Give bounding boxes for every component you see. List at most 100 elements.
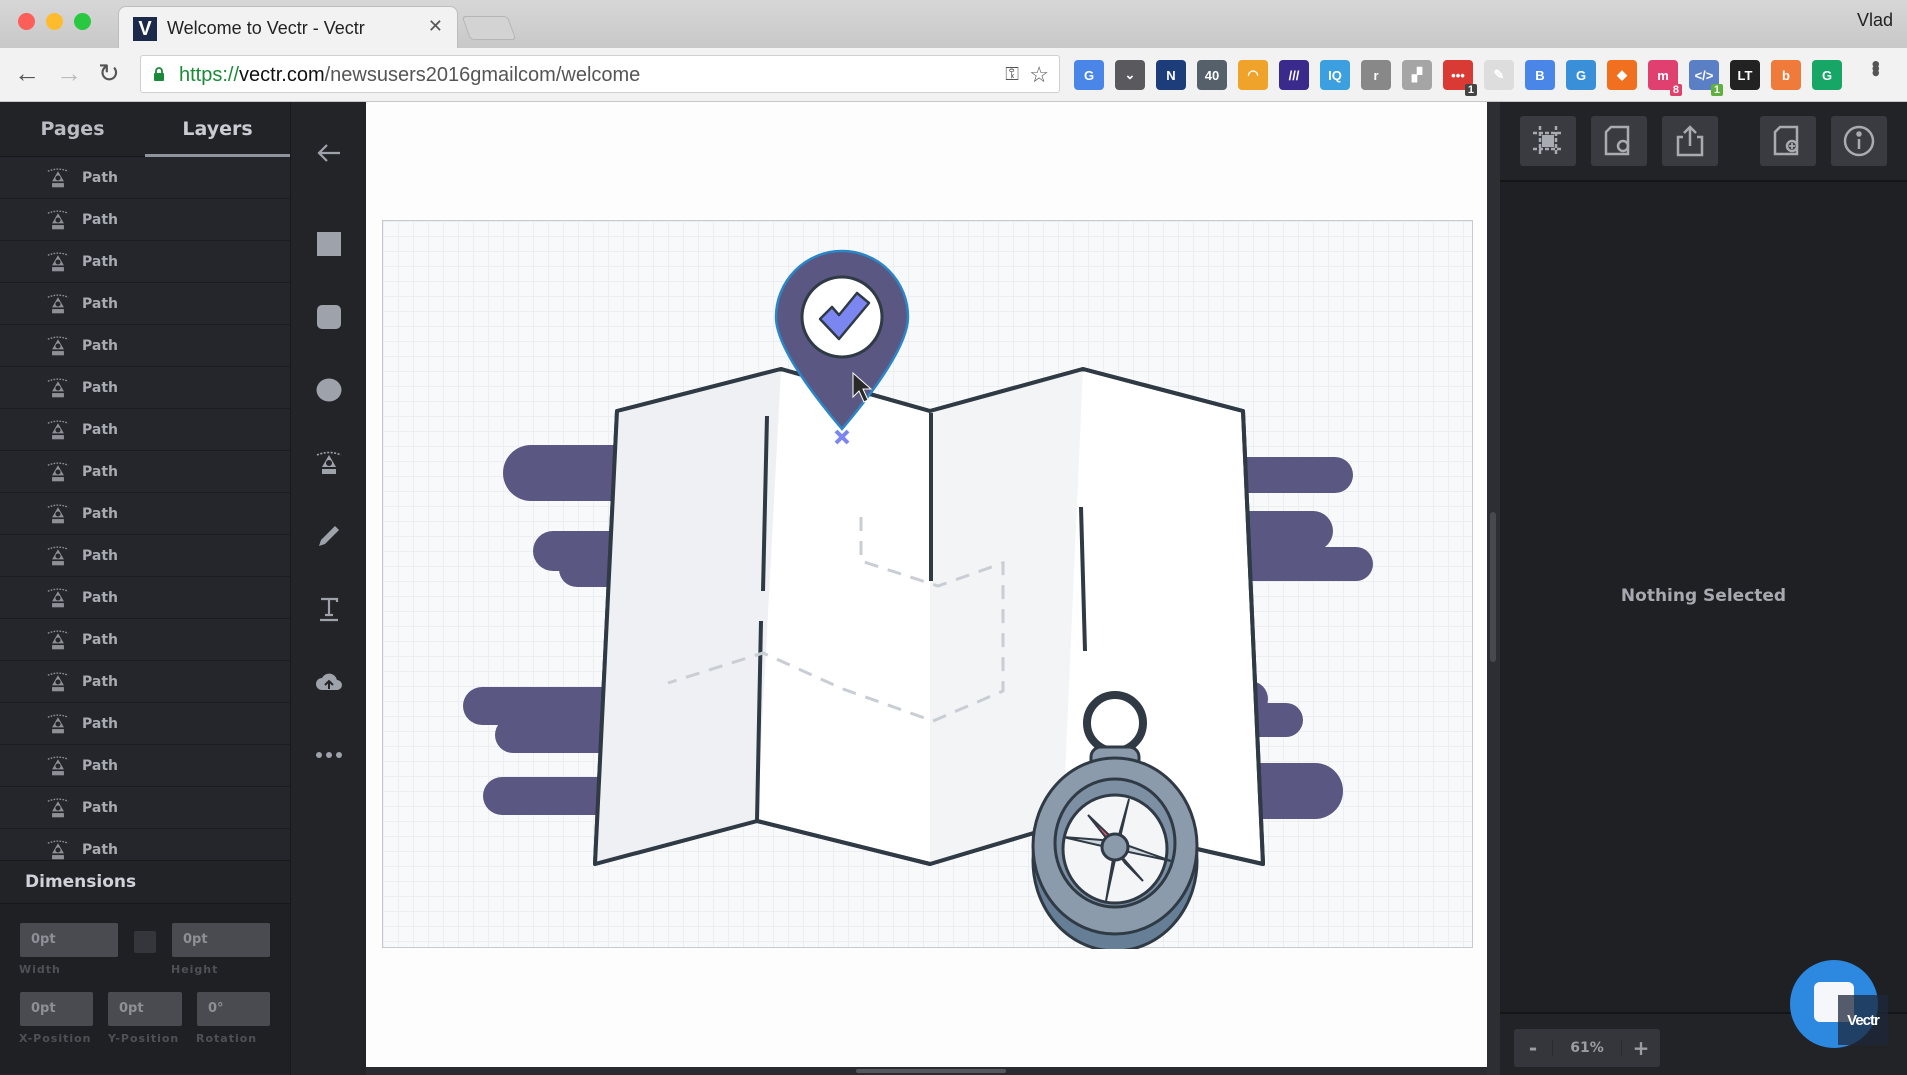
tab-pages[interactable]: Pages bbox=[0, 102, 145, 156]
back-arrow-icon[interactable]: ← bbox=[14, 60, 40, 86]
more-dots-icon bbox=[316, 752, 342, 758]
layer-row[interactable]: Path bbox=[0, 283, 290, 325]
layer-row[interactable]: Path bbox=[0, 787, 290, 829]
zoom-out-button[interactable]: - bbox=[1514, 1036, 1552, 1060]
languagetool-extension-icon[interactable]: LT bbox=[1730, 60, 1760, 90]
grammarly-extension-icon[interactable]: G bbox=[1812, 60, 1842, 90]
notes-extension-icon[interactable]: ✎ bbox=[1484, 60, 1514, 90]
new-page-button[interactable] bbox=[1760, 116, 1816, 166]
layer-row[interactable]: Path bbox=[0, 829, 290, 860]
layer-row[interactable]: Path bbox=[0, 745, 290, 787]
info-button[interactable] bbox=[1831, 116, 1887, 166]
layer-row[interactable]: Path bbox=[0, 157, 290, 199]
extension-glyph: ✎ bbox=[1493, 67, 1505, 82]
canvas[interactable] bbox=[366, 102, 1487, 1067]
vectr-chat-badge[interactable]: Vectr bbox=[1790, 960, 1888, 1048]
rectangle-tool[interactable] bbox=[309, 224, 349, 264]
tab-counter-extension-icon[interactable]: 40 bbox=[1197, 60, 1227, 90]
todoist-extension-icon[interactable]: ••• 1 bbox=[1443, 60, 1477, 96]
grid-settings-button[interactable] bbox=[1520, 116, 1576, 166]
layer-name: Path bbox=[82, 379, 118, 396]
path-icon bbox=[46, 587, 70, 609]
document-settings-button[interactable] bbox=[1591, 116, 1647, 166]
url-text: https://vectr.com/newsusers2016gmailcom/… bbox=[179, 64, 641, 86]
layer-name: Path bbox=[82, 757, 118, 774]
tab-layers[interactable]: Layers bbox=[145, 102, 290, 157]
grammar-g-extension-icon[interactable]: G bbox=[1566, 60, 1596, 90]
zoom-in-button[interactable]: + bbox=[1622, 1036, 1660, 1060]
new-tab-button[interactable] bbox=[461, 16, 517, 40]
pencil-icon bbox=[319, 526, 339, 546]
horizontal-scrollbar[interactable] bbox=[366, 1067, 1487, 1075]
layer-row[interactable]: Path bbox=[0, 409, 290, 451]
mention-extension-icon[interactable]: m8 bbox=[1648, 60, 1682, 96]
forward-arrow-icon[interactable]: → bbox=[56, 60, 82, 86]
layer-row[interactable]: Path bbox=[0, 535, 290, 577]
width-field[interactable]: 0pt bbox=[20, 923, 118, 957]
maximize-window-button[interactable] bbox=[74, 13, 91, 30]
path-icon bbox=[46, 629, 70, 651]
layer-row[interactable]: Path bbox=[0, 199, 290, 241]
nimbus-extension-icon[interactable]: N bbox=[1156, 60, 1186, 90]
rounded-rectangle-tool[interactable] bbox=[309, 297, 349, 337]
readability-extension-icon[interactable]: r bbox=[1361, 60, 1391, 90]
map-illustration[interactable] bbox=[383, 221, 1474, 949]
google-translate-extension-icon[interactable]: G bbox=[1074, 60, 1104, 90]
rotation-field[interactable]: 0° bbox=[197, 992, 270, 1026]
ellipse-tool[interactable] bbox=[309, 370, 349, 410]
minimize-window-button[interactable] bbox=[46, 13, 63, 30]
artboard[interactable] bbox=[382, 220, 1474, 949]
pencil-tool[interactable] bbox=[309, 516, 349, 556]
layer-row[interactable]: Path bbox=[0, 367, 290, 409]
momentum-extension-icon[interactable]: /// bbox=[1279, 60, 1309, 90]
layer-row[interactable]: Path bbox=[0, 493, 290, 535]
extension-glyph: IQ bbox=[1328, 67, 1342, 83]
horizontal-scroll-thumb[interactable] bbox=[856, 1069, 1006, 1073]
pocket-extension-icon[interactable]: ⌄ bbox=[1115, 60, 1145, 90]
browser-tab[interactable]: V Welcome to Vectr - Vectr ✕ bbox=[118, 6, 458, 48]
aspect-lock-icon[interactable] bbox=[134, 931, 156, 953]
export-button[interactable] bbox=[1662, 116, 1718, 166]
bookmark-star-icon[interactable]: ☆ bbox=[1029, 62, 1049, 88]
rotation-label: Rotation bbox=[196, 1032, 258, 1045]
honey-extension-icon[interactable]: b bbox=[1771, 60, 1801, 90]
height-field[interactable]: 0pt bbox=[172, 923, 270, 957]
vertical-scrollbar[interactable] bbox=[1487, 102, 1500, 1075]
layer-row[interactable]: Path bbox=[0, 703, 290, 745]
cast-extension-icon[interactable]: ▞ bbox=[1402, 60, 1432, 90]
profile-name[interactable]: Vlad bbox=[1857, 10, 1893, 31]
close-tab-icon[interactable]: ✕ bbox=[428, 16, 443, 37]
layer-row[interactable]: Path bbox=[0, 325, 290, 367]
x-position-field[interactable]: 0pt bbox=[20, 992, 93, 1026]
y-position-field[interactable]: 0pt bbox=[108, 992, 182, 1026]
layer-row[interactable]: Path bbox=[0, 661, 290, 703]
iq-extension-icon[interactable]: IQ bbox=[1320, 60, 1350, 90]
vertical-scroll-thumb[interactable] bbox=[1490, 512, 1496, 662]
upload-tool[interactable] bbox=[309, 662, 349, 702]
extension-icons: G ⌄ N 40 ◠///IQ r ▞ ••• 1 ✎ B G ◆ m 8 </> 1 LT b G bbox=[1074, 60, 1842, 96]
extension-badge: 1 bbox=[1464, 84, 1477, 96]
layer-row[interactable]: Path bbox=[0, 577, 290, 619]
close-window-button[interactable] bbox=[18, 13, 35, 30]
layer-row[interactable]: Path bbox=[0, 241, 290, 283]
layer-name: Path bbox=[82, 463, 118, 480]
zoom-level[interactable]: 61% bbox=[1552, 1040, 1622, 1056]
more-tools-button[interactable] bbox=[309, 735, 349, 775]
layer-name: Path bbox=[82, 169, 118, 186]
browser-menu-icon[interactable]: ••• bbox=[1861, 60, 1889, 73]
code-extension-icon[interactable]: </> 1 bbox=[1689, 60, 1723, 96]
text-tool[interactable] bbox=[309, 589, 349, 629]
reload-icon[interactable]: ↻ bbox=[98, 60, 120, 86]
extension-glyph: ••• bbox=[1451, 67, 1465, 83]
fox-extension-icon[interactable]: ◆ bbox=[1607, 60, 1637, 90]
back-tool[interactable] bbox=[309, 133, 349, 173]
rss-extension-icon[interactable]: ◠ bbox=[1238, 60, 1268, 90]
tag-extension-icon[interactable]: B bbox=[1525, 60, 1555, 90]
layer-row[interactable]: Path bbox=[0, 451, 290, 493]
path-icon bbox=[46, 797, 70, 819]
layer-row[interactable]: Path bbox=[0, 619, 290, 661]
address-bar[interactable]: https://vectr.com/newsusers2016gmailcom/… bbox=[140, 55, 1060, 93]
extension-glyph: r bbox=[1373, 67, 1379, 83]
key-icon[interactable]: ⚿ bbox=[1005, 64, 1019, 85]
pen-tool[interactable] bbox=[309, 443, 349, 483]
